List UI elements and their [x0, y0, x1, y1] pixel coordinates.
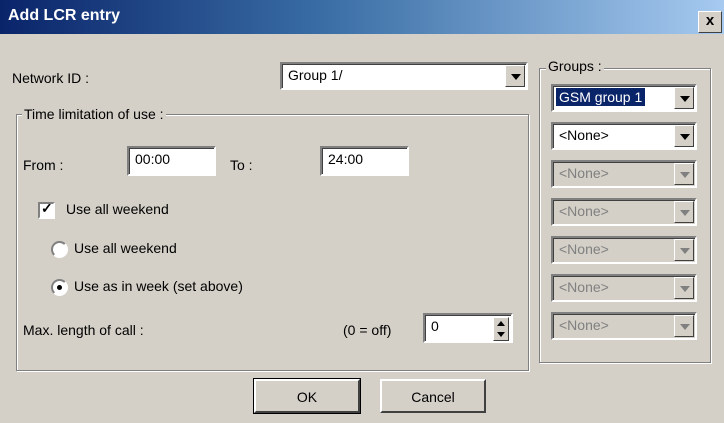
chevron-down-icon[interactable] — [674, 87, 694, 109]
chevron-down-icon — [674, 315, 694, 337]
from-time-input[interactable]: 00:00 — [127, 146, 216, 176]
checkmark-icon: ✓ — [41, 200, 53, 216]
cancel-button[interactable]: Cancel — [380, 379, 486, 413]
chevron-down-icon[interactable] — [505, 65, 525, 87]
max-length-spinner[interactable]: 0 — [423, 313, 513, 343]
ok-button[interactable]: OK — [253, 378, 361, 414]
group-combo-1[interactable]: GSM group 1 — [551, 84, 697, 112]
to-time-value: 24:00 — [328, 151, 364, 167]
add-lcr-dialog: Add LCR entry x Network ID : Group 1/ Ti… — [0, 0, 724, 423]
cancel-button-label: Cancel — [411, 389, 455, 405]
ok-button-label: OK — [296, 389, 318, 405]
radio-use-as-in-week-label[interactable]: Use as in week (set above) — [74, 278, 243, 294]
time-limitation-title: Time limitation of use : — [22, 106, 166, 122]
group-combo-3: <None> — [551, 160, 697, 188]
groups-title: Groups : — [546, 58, 604, 74]
network-id-combo[interactable]: Group 1/ — [280, 62, 528, 90]
close-button[interactable]: x — [698, 11, 722, 33]
chevron-down-icon[interactable] — [674, 125, 694, 147]
group-combo-7: <None> — [551, 312, 697, 340]
max-length-value: 0 — [431, 318, 439, 334]
group-combo-value: <None> — [559, 165, 609, 181]
chevron-down-icon — [674, 277, 694, 299]
use-all-weekend-checkbox[interactable]: ✓ — [38, 200, 55, 219]
chevron-down-icon — [674, 239, 694, 261]
radio-use-as-in-week[interactable] — [51, 279, 68, 296]
spin-arrows-icon[interactable] — [493, 317, 509, 341]
group-combo-4: <None> — [551, 198, 697, 226]
group-combo-value: <None> — [559, 203, 609, 219]
radio-selected-dot — [57, 285, 62, 290]
group-combo-5: <None> — [551, 236, 697, 264]
group-combo-2[interactable]: <None> — [551, 122, 697, 150]
to-time-input[interactable]: 24:00 — [320, 146, 409, 176]
group-combo-value: <None> — [559, 317, 609, 333]
radio-use-all-weekend[interactable] — [51, 241, 68, 258]
group-combo-6: <None> — [551, 274, 697, 302]
network-id-value: Group 1/ — [288, 67, 343, 83]
chevron-down-icon — [674, 201, 694, 223]
from-time-value: 00:00 — [135, 151, 171, 167]
group-combo-value: <None> — [559, 241, 609, 257]
close-icon: x — [705, 12, 715, 29]
group-combo-value: <None> — [559, 279, 609, 295]
radio-use-all-weekend-label[interactable]: Use all weekend — [74, 240, 177, 256]
from-label: From : — [23, 157, 64, 173]
group-combo-value: GSM group 1 — [556, 88, 646, 106]
title-bar[interactable]: Add LCR entry x — [0, 0, 724, 34]
off-hint: (0 = off) — [343, 322, 392, 338]
chevron-down-icon — [674, 163, 694, 185]
to-label: To : — [230, 157, 253, 173]
network-id-label: Network ID : — [12, 70, 90, 86]
max-length-label: Max. length of call : — [23, 322, 144, 338]
window-title: Add LCR entry — [8, 7, 120, 24]
use-all-weekend-checkbox-label[interactable]: Use all weekend — [66, 201, 169, 217]
group-combo-value: <None> — [559, 127, 609, 143]
